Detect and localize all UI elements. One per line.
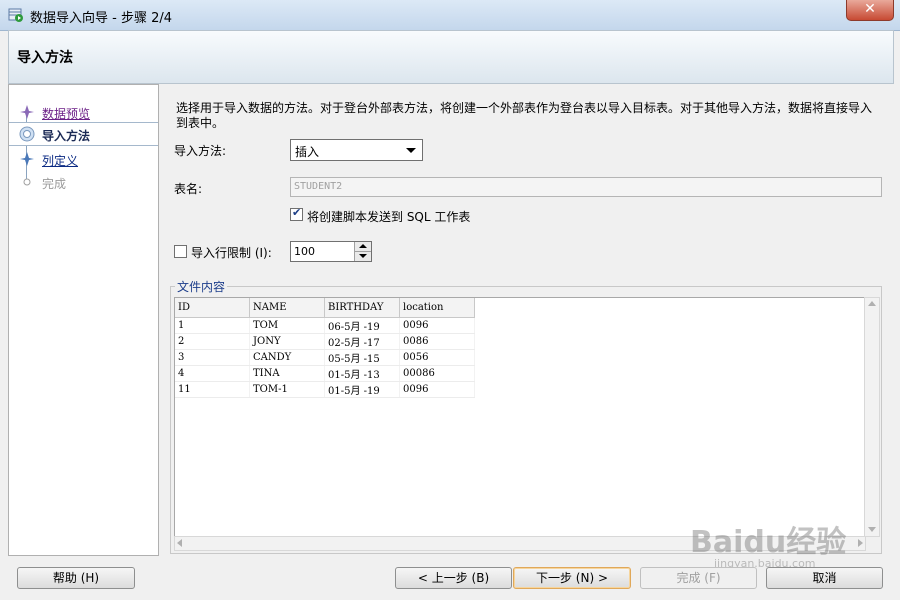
description-text: 选择用于导入数据的方法。对于登台外部表方法，将创建一个外部表作为登台表以导入目标…: [176, 101, 873, 130]
table-cell: 1: [175, 317, 250, 334]
table-cell: JONY: [249, 333, 325, 350]
current-step-icon: [19, 126, 35, 142]
step-import-method[interactable]: 导入方法: [9, 122, 158, 146]
baidu-watermark: Baidu经验 jingyan.baidu.com: [690, 497, 890, 577]
table-cell: 06-5月 -19: [324, 317, 400, 334]
send-script-label: 将创建脚本发送到 SQL 工作表: [307, 210, 471, 224]
spinner-down-icon[interactable]: [354, 252, 371, 261]
scroll-up-icon[interactable]: [865, 300, 879, 308]
next-button[interactable]: 下一步 (N) >: [513, 567, 631, 589]
table-cell: TOM-1: [249, 381, 325, 398]
step-data-preview[interactable]: 数据预览: [9, 101, 158, 123]
row-limit-checkbox[interactable]: [174, 245, 187, 258]
table-cell: 01-5月 -19: [324, 381, 400, 398]
step-label: 导入方法: [42, 129, 91, 143]
file-content-legend: 文件内容: [175, 278, 228, 295]
column-header[interactable]: NAME: [249, 298, 325, 318]
table-cell: 0096: [399, 317, 475, 334]
title-bar: 数据导入向导 - 步骤 2/4 ✕: [0, 0, 900, 31]
step-finish: 完成: [9, 171, 158, 193]
step-label: 数据预览: [42, 107, 91, 121]
finish-button: 完成 (F): [640, 567, 757, 589]
column-header[interactable]: location: [399, 298, 475, 318]
column-header[interactable]: BIRTHDAY: [324, 298, 400, 318]
main-content: 选择用于导入数据的方法。对于登台外部表方法，将创建一个外部表作为登台表以导入目标…: [160, 84, 892, 554]
table-name-label: 表名:: [174, 182, 203, 196]
table-cell: 4: [175, 365, 250, 382]
table-row[interactable]: 3 CANDY 05-5月 -15 0056: [175, 349, 475, 366]
table-row[interactable]: 1 TOM 06-5月 -19 0096: [175, 317, 475, 334]
step-disabled-icon: [23, 178, 31, 186]
table-cell: 3: [175, 349, 250, 366]
row-limit-label: 导入行限制 (I):: [191, 246, 272, 260]
table-cell: TINA: [249, 365, 325, 382]
import-method-value: 插入: [295, 145, 320, 159]
step-column-definition[interactable]: 列定义: [9, 148, 158, 170]
table-row[interactable]: 11 TOM-1 01-5月 -19 0096: [175, 381, 475, 398]
column-header[interactable]: ID: [175, 298, 250, 318]
table-cell: 0086: [399, 333, 475, 350]
steps-sidebar: 数据预览 导入方法 列定义 完成: [8, 84, 159, 556]
watermark-brand: Baidu经验: [690, 525, 847, 560]
step-marker-icon: [20, 105, 34, 119]
table-name-value: STUDENT2: [294, 181, 343, 192]
import-method-select[interactable]: 插入: [290, 139, 423, 161]
wizard-header: 导入方法: [8, 30, 894, 84]
table-cell: 02-5月 -17: [324, 333, 400, 350]
close-button[interactable]: ✕: [846, 0, 894, 21]
table-row[interactable]: 4 TINA 01-5月 -13 00086: [175, 365, 475, 382]
cancel-button[interactable]: 取消: [766, 567, 883, 589]
table-cell: 0096: [399, 381, 475, 398]
import-wizard-icon: [8, 8, 23, 22]
scroll-left-icon[interactable]: [177, 537, 185, 550]
step-label: 完成: [42, 177, 67, 191]
window-title: 数据导入向导 - 步骤 2/4: [30, 11, 173, 26]
row-limit-spinner[interactable]: 100: [290, 241, 372, 262]
table-cell: 00086: [399, 365, 475, 382]
table-header-row: ID NAME BIRTHDAY location: [175, 298, 475, 318]
page-title: 导入方法: [17, 50, 73, 66]
table-name-field: STUDENT2: [290, 177, 882, 197]
table-cell: 01-5月 -13: [324, 365, 400, 382]
file-content-table: ID NAME BIRTHDAY location 1 TOM 06-5月 -1…: [175, 298, 475, 398]
step-label: 列定义: [42, 154, 79, 168]
dropdown-arrow-icon: [406, 148, 416, 153]
table-cell: TOM: [249, 317, 325, 334]
row-limit-value: 100: [294, 245, 315, 258]
spinner-up-icon[interactable]: [354, 242, 371, 252]
step-marker-icon: [20, 152, 34, 166]
table-cell: 2: [175, 333, 250, 350]
table-cell: CANDY: [249, 349, 325, 366]
table-cell: 0056: [399, 349, 475, 366]
import-method-label: 导入方法:: [174, 144, 227, 158]
send-script-checkbox[interactable]: [290, 206, 303, 221]
table-cell: 05-5月 -15: [324, 349, 400, 366]
table-cell: 11: [175, 381, 250, 398]
previous-button[interactable]: < 上一步 (B): [395, 567, 512, 589]
help-button[interactable]: 帮助 (H): [17, 567, 135, 589]
table-row[interactable]: 2 JONY 02-5月 -17 0086: [175, 333, 475, 350]
